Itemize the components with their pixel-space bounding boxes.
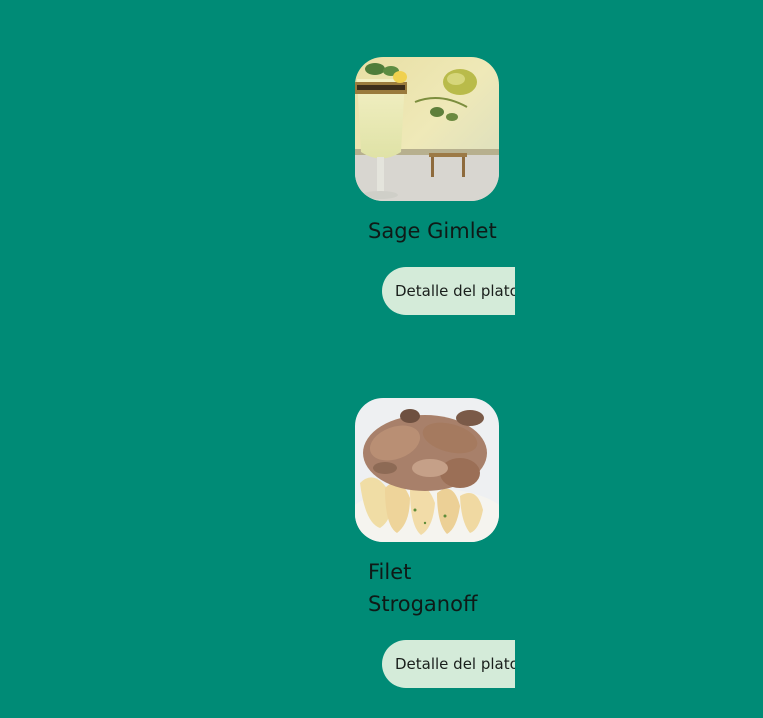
dish-name: Sage Gimlet [368,219,497,243]
dish-name: Filet Stroganoff [368,560,478,616]
dish-card: Filet Stroganoff Detalle del plato [355,398,535,688]
dish-detail-button[interactable]: Detalle del plato [382,267,515,315]
dish-image-sage-gimlet [355,57,499,201]
dish-card: Sage Gimlet Detalle del plato [355,57,535,315]
dish-detail-button[interactable]: Detalle del plato [382,640,515,688]
dish-image-filet-stroganoff [355,398,499,542]
dish-detail-button-wrapper: Detalle del plato [382,267,515,315]
dish-detail-button-wrapper: Detalle del plato [382,640,515,688]
